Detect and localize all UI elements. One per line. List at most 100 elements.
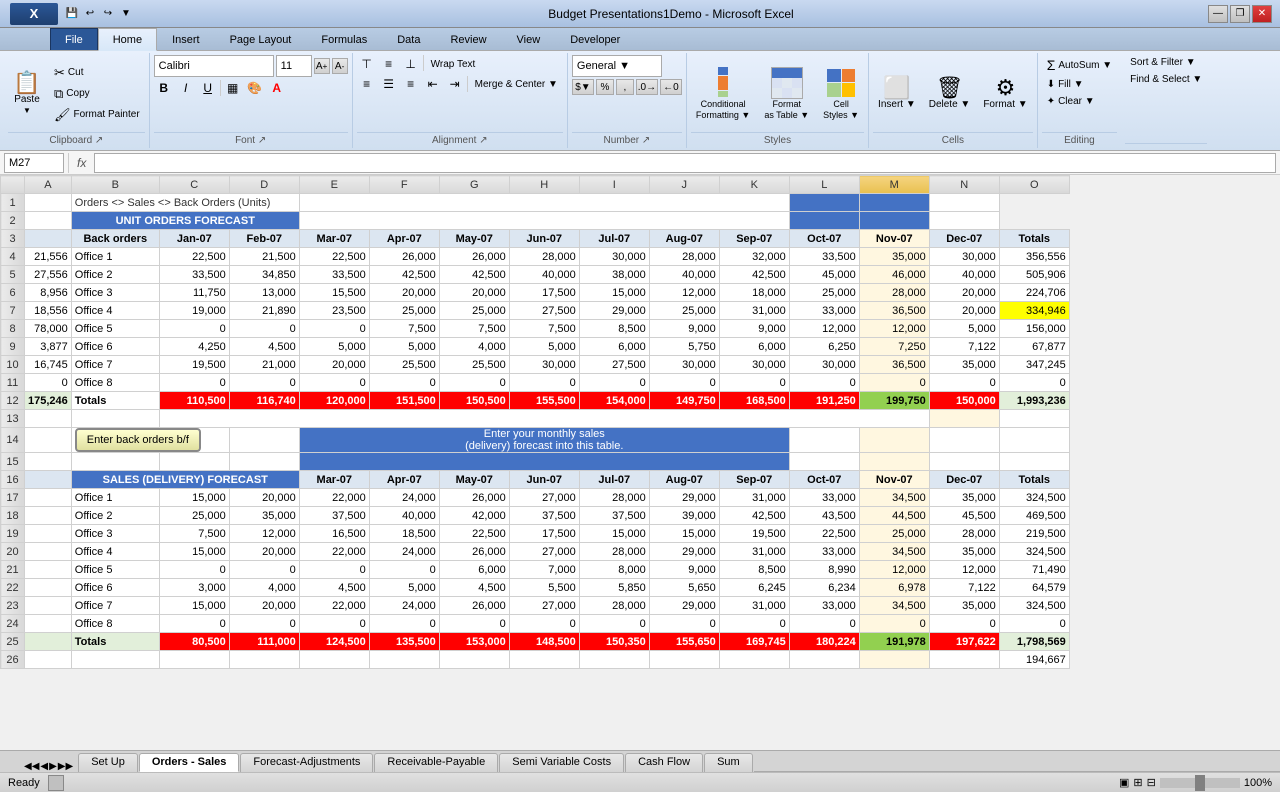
- minimize-button[interactable]: —: [1208, 5, 1228, 23]
- cell-o19[interactable]: 219,500: [999, 525, 1069, 543]
- cell-i20[interactable]: 28,000: [579, 543, 649, 561]
- bold-button[interactable]: B: [154, 79, 174, 97]
- cell-e15[interactable]: [299, 453, 789, 471]
- cell-g5[interactable]: 42,500: [439, 266, 509, 284]
- cell-h23[interactable]: 27,000: [509, 597, 579, 615]
- align-bottom-button[interactable]: ⊥: [401, 55, 421, 73]
- cell-d21[interactable]: 0: [229, 561, 299, 579]
- cell-m26[interactable]: [859, 651, 929, 669]
- cell-a3[interactable]: [25, 230, 72, 248]
- cell-g6[interactable]: 20,000: [439, 284, 509, 302]
- cell-m10[interactable]: 36,500: [859, 356, 929, 374]
- cell-o21[interactable]: 71,490: [999, 561, 1069, 579]
- cell-d22[interactable]: 4,000: [229, 579, 299, 597]
- cell-b17[interactable]: Office 1: [71, 489, 159, 507]
- cell-e18[interactable]: 37,500: [299, 507, 369, 525]
- cell-c11[interactable]: 0: [159, 374, 229, 392]
- cell-m19[interactable]: 25,000: [859, 525, 929, 543]
- cell-j22[interactable]: 5,650: [649, 579, 719, 597]
- fill-button[interactable]: ⬇ Fill ▼: [1042, 77, 1089, 92]
- cell-l21[interactable]: 8,990: [789, 561, 859, 579]
- cell-n1[interactable]: [929, 194, 999, 212]
- fill-color-button[interactable]: 🎨: [245, 79, 265, 97]
- cell-a20[interactable]: [25, 543, 72, 561]
- cell-f26[interactable]: [369, 651, 439, 669]
- cell-e7[interactable]: 23,500: [299, 302, 369, 320]
- cell-b13[interactable]: [71, 410, 159, 428]
- cell-m2[interactable]: [859, 212, 929, 230]
- cell-m24[interactable]: 0: [859, 615, 929, 633]
- cell-e16[interactable]: Mar-07: [299, 471, 369, 489]
- paste-button[interactable]: 📋 Paste ▼: [8, 68, 46, 120]
- col-header-d[interactable]: D: [229, 176, 299, 194]
- cell-c21[interactable]: 0: [159, 561, 229, 579]
- cell-g17[interactable]: 26,000: [439, 489, 509, 507]
- cell-m8[interactable]: 12,000: [859, 320, 929, 338]
- indent-inc-button[interactable]: ⇥: [445, 75, 465, 93]
- cell-f5[interactable]: 42,500: [369, 266, 439, 284]
- cell-g4[interactable]: 26,000: [439, 248, 509, 266]
- cell-a1[interactable]: [25, 194, 72, 212]
- cell-n21[interactable]: 12,000: [929, 561, 999, 579]
- cell-a26[interactable]: [25, 651, 72, 669]
- cell-k23[interactable]: 31,000: [719, 597, 789, 615]
- cell-k10[interactable]: 30,000: [719, 356, 789, 374]
- cell-l12[interactable]: 191,250: [789, 392, 859, 410]
- cell-b9[interactable]: Office 6: [71, 338, 159, 356]
- cell-e9[interactable]: 5,000: [299, 338, 369, 356]
- cell-a17[interactable]: [25, 489, 72, 507]
- cell-o14[interactable]: [999, 428, 1069, 453]
- cell-i6[interactable]: 15,000: [579, 284, 649, 302]
- zoom-slider[interactable]: [1160, 778, 1240, 788]
- cell-n11[interactable]: 0: [929, 374, 999, 392]
- cell-k9[interactable]: 6,000: [719, 338, 789, 356]
- cell-f9[interactable]: 5,000: [369, 338, 439, 356]
- align-left-button[interactable]: ≡: [357, 75, 377, 93]
- function-button[interactable]: fx: [73, 156, 90, 170]
- cell-h19[interactable]: 17,500: [509, 525, 579, 543]
- cell-k4[interactable]: 32,000: [719, 248, 789, 266]
- cell-i9[interactable]: 6,000: [579, 338, 649, 356]
- cell-h7[interactable]: 27,500: [509, 302, 579, 320]
- cell-c6[interactable]: 11,750: [159, 284, 229, 302]
- cell-c20[interactable]: 15,000: [159, 543, 229, 561]
- cell-k20[interactable]: 31,000: [719, 543, 789, 561]
- cell-d6[interactable]: 13,000: [229, 284, 299, 302]
- cell-h24[interactable]: 0: [509, 615, 579, 633]
- cell-i16[interactable]: Jul-07: [579, 471, 649, 489]
- align-right-button[interactable]: ≡: [401, 75, 421, 93]
- cell-b21[interactable]: Office 5: [71, 561, 159, 579]
- cell-m14[interactable]: [859, 428, 929, 453]
- cell-k25[interactable]: 169,745: [719, 633, 789, 651]
- sheet-tab-setup[interactable]: Set Up: [78, 753, 138, 772]
- cell-e10[interactable]: 20,000: [299, 356, 369, 374]
- cell-i10[interactable]: 27,500: [579, 356, 649, 374]
- find-select-button[interactable]: Find & Select ▼: [1125, 72, 1207, 87]
- cell-j23[interactable]: 29,000: [649, 597, 719, 615]
- align-top-button[interactable]: ⊤: [357, 55, 377, 73]
- cell-f17[interactable]: 24,000: [369, 489, 439, 507]
- cell-l3[interactable]: Oct-07: [789, 230, 859, 248]
- cell-l18[interactable]: 43,500: [789, 507, 859, 525]
- cell-j16[interactable]: Aug-07: [649, 471, 719, 489]
- cell-l25[interactable]: 180,224: [789, 633, 859, 651]
- tab-home[interactable]: Home: [98, 28, 157, 51]
- cell-l17[interactable]: 33,000: [789, 489, 859, 507]
- cell-d19[interactable]: 12,000: [229, 525, 299, 543]
- cell-n12[interactable]: 150,000: [929, 392, 999, 410]
- wrap-text-button[interactable]: Wrap Text: [426, 55, 481, 73]
- cell-g24[interactable]: 0: [439, 615, 509, 633]
- cell-e6[interactable]: 15,500: [299, 284, 369, 302]
- cell-j4[interactable]: 28,000: [649, 248, 719, 266]
- cell-f12[interactable]: 151,500: [369, 392, 439, 410]
- col-header-o[interactable]: O: [999, 176, 1069, 194]
- border-button[interactable]: ▦: [223, 79, 243, 97]
- sheet-table-wrapper[interactable]: A B C D E F G H I J K L M N O: [0, 175, 1280, 750]
- cell-e4[interactable]: 22,500: [299, 248, 369, 266]
- cell-m21[interactable]: 12,000: [859, 561, 929, 579]
- sheet-tab-nav-prev[interactable]: ◀◀ ◀ ▶ ▶▶: [24, 761, 73, 772]
- cell-c18[interactable]: 25,000: [159, 507, 229, 525]
- cell-a9[interactable]: 3,877: [25, 338, 72, 356]
- cell-h18[interactable]: 37,500: [509, 507, 579, 525]
- cell-m1[interactable]: [859, 194, 929, 212]
